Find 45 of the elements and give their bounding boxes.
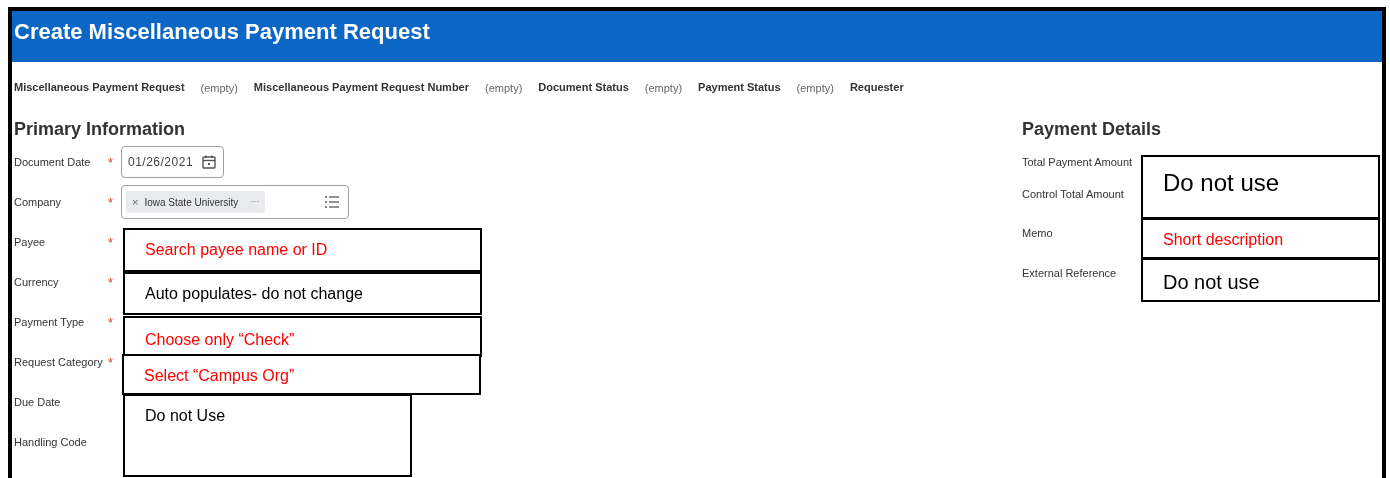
- company-field[interactable]: × Iowa State University ···: [121, 185, 349, 219]
- field-label: Handling Code: [14, 434, 88, 450]
- date-field[interactable]: 01/26/2021: [121, 146, 225, 178]
- field-label: Currency: [14, 274, 60, 290]
- field-label: Due Date: [14, 394, 62, 410]
- required-mark: *: [108, 235, 114, 250]
- summary-label: Miscellaneous Payment Request Number: [253, 79, 470, 95]
- section-heading: Primary Information: [14, 118, 187, 141]
- field-label: Company: [14, 194, 63, 210]
- callout-box: Choose only “Check”: [123, 316, 482, 357]
- summary-label: Miscellaneous Payment Request: [14, 79, 185, 95]
- summary-label: Requester: [849, 79, 904, 95]
- section-heading: Payment Details: [1022, 118, 1163, 141]
- field-label: Total Payment Amount: [1022, 154, 1133, 170]
- chip-label: Iowa State University: [144, 195, 239, 210]
- page-title: Create Miscellaneous Payment Request: [14, 18, 431, 46]
- remove-icon[interactable]: ×: [132, 193, 139, 211]
- required-mark: *: [108, 275, 114, 290]
- callout-box: Search payee name or ID: [123, 228, 482, 272]
- required-mark: *: [108, 315, 114, 330]
- summary-value: (empty): [200, 81, 238, 97]
- callout-box: Short description: [1141, 218, 1380, 259]
- field-label: External Reference: [1022, 265, 1117, 281]
- summary-value: (empty): [485, 81, 523, 97]
- required-mark: *: [108, 195, 114, 210]
- summary-value: (empty): [644, 81, 683, 97]
- callout-box: Do not use: [1141, 155, 1380, 219]
- more-icon[interactable]: ···: [250, 195, 260, 209]
- required-mark: *: [108, 355, 114, 370]
- field-label: Document Date: [14, 154, 92, 170]
- callout-box: Do not Use: [123, 394, 412, 477]
- field-label: Payee: [14, 234, 47, 250]
- callout-box: Do not use: [1141, 258, 1380, 302]
- summary-label: Payment Status: [698, 79, 781, 95]
- calendar-icon: [201, 154, 218, 170]
- summary-value: (empty): [796, 81, 834, 97]
- callout-box: Auto populates- do not change: [123, 272, 482, 315]
- summary-label: Document Status: [538, 79, 629, 95]
- field-label: Memo: [1022, 225, 1053, 241]
- field-label: Request Category: [14, 354, 104, 370]
- field-label: Payment Type: [14, 314, 86, 330]
- callout-box: Select “Campus Org”: [122, 354, 481, 395]
- required-mark: *: [108, 155, 114, 170]
- field-label: Control Total Amount: [1022, 186, 1124, 202]
- list-icon[interactable]: [324, 195, 340, 209]
